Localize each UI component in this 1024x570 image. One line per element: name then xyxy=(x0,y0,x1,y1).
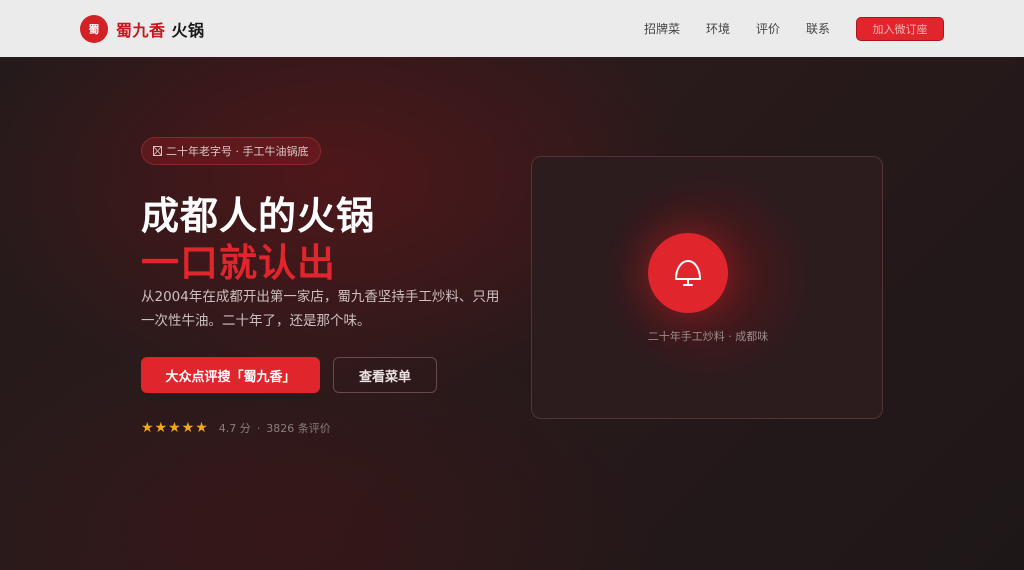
heritage-tag: 二十年老字号 · 手工牛油锅底 xyxy=(141,137,321,165)
site-header: 蜀 蜀九香 火锅 招牌菜 环境 评价 联系 加入微订座 xyxy=(0,0,1024,57)
brand-logo[interactable]: 蜀九香 火锅 xyxy=(116,17,205,41)
nav-item-environment[interactable]: 环境 xyxy=(706,20,730,37)
hero-description: 从2004年在成都开出第一家店，蜀九香坚持手工炒料、只用一次性牛油。二十年了，还… xyxy=(141,289,500,329)
hero-title-line2: 一口就认出 xyxy=(141,241,337,285)
separator-dot: · xyxy=(256,421,261,435)
star-rating-icons: ★★★★★ xyxy=(141,420,209,436)
logo-badge[interactable]: 蜀 xyxy=(80,14,108,43)
feature-card: 二十年手工炒料 · 成都味 xyxy=(531,156,883,419)
view-menu-button[interactable]: 查看菜单 xyxy=(333,357,437,393)
nav-item-signature-dishes[interactable]: 招牌菜 xyxy=(644,20,680,37)
brand-suffix: 火锅 xyxy=(171,20,205,40)
rating-row: ★★★★★ 4.7 分 · 3826 条评价 xyxy=(141,420,331,436)
review-count: 3826 条评价 xyxy=(266,422,331,435)
nav-item-contact[interactable]: 联系 xyxy=(806,20,830,37)
tag-icon xyxy=(153,146,162,156)
hero-section: 二十年老字号 · 手工牛油锅底 成都人的火锅 一口就认出 从2004年在成都开出… xyxy=(0,57,1024,570)
card-caption: 二十年手工炒料 · 成都味 xyxy=(647,330,769,343)
brand-name: 蜀九香 xyxy=(116,20,166,40)
dianping-search-button[interactable]: 大众点评搜「蜀九香」 xyxy=(141,357,320,393)
hotpot-bell-icon xyxy=(648,233,728,313)
tag-label: 二十年老字号 · 手工牛油锅底 xyxy=(166,145,309,158)
nav-item-reviews[interactable]: 评价 xyxy=(756,20,780,37)
rating-score: 4.7 分 xyxy=(218,422,251,435)
order-button[interactable]: 加入微订座 xyxy=(856,16,944,41)
main-nav: 招牌菜 环境 评价 联系 加入微订座 xyxy=(644,16,944,41)
